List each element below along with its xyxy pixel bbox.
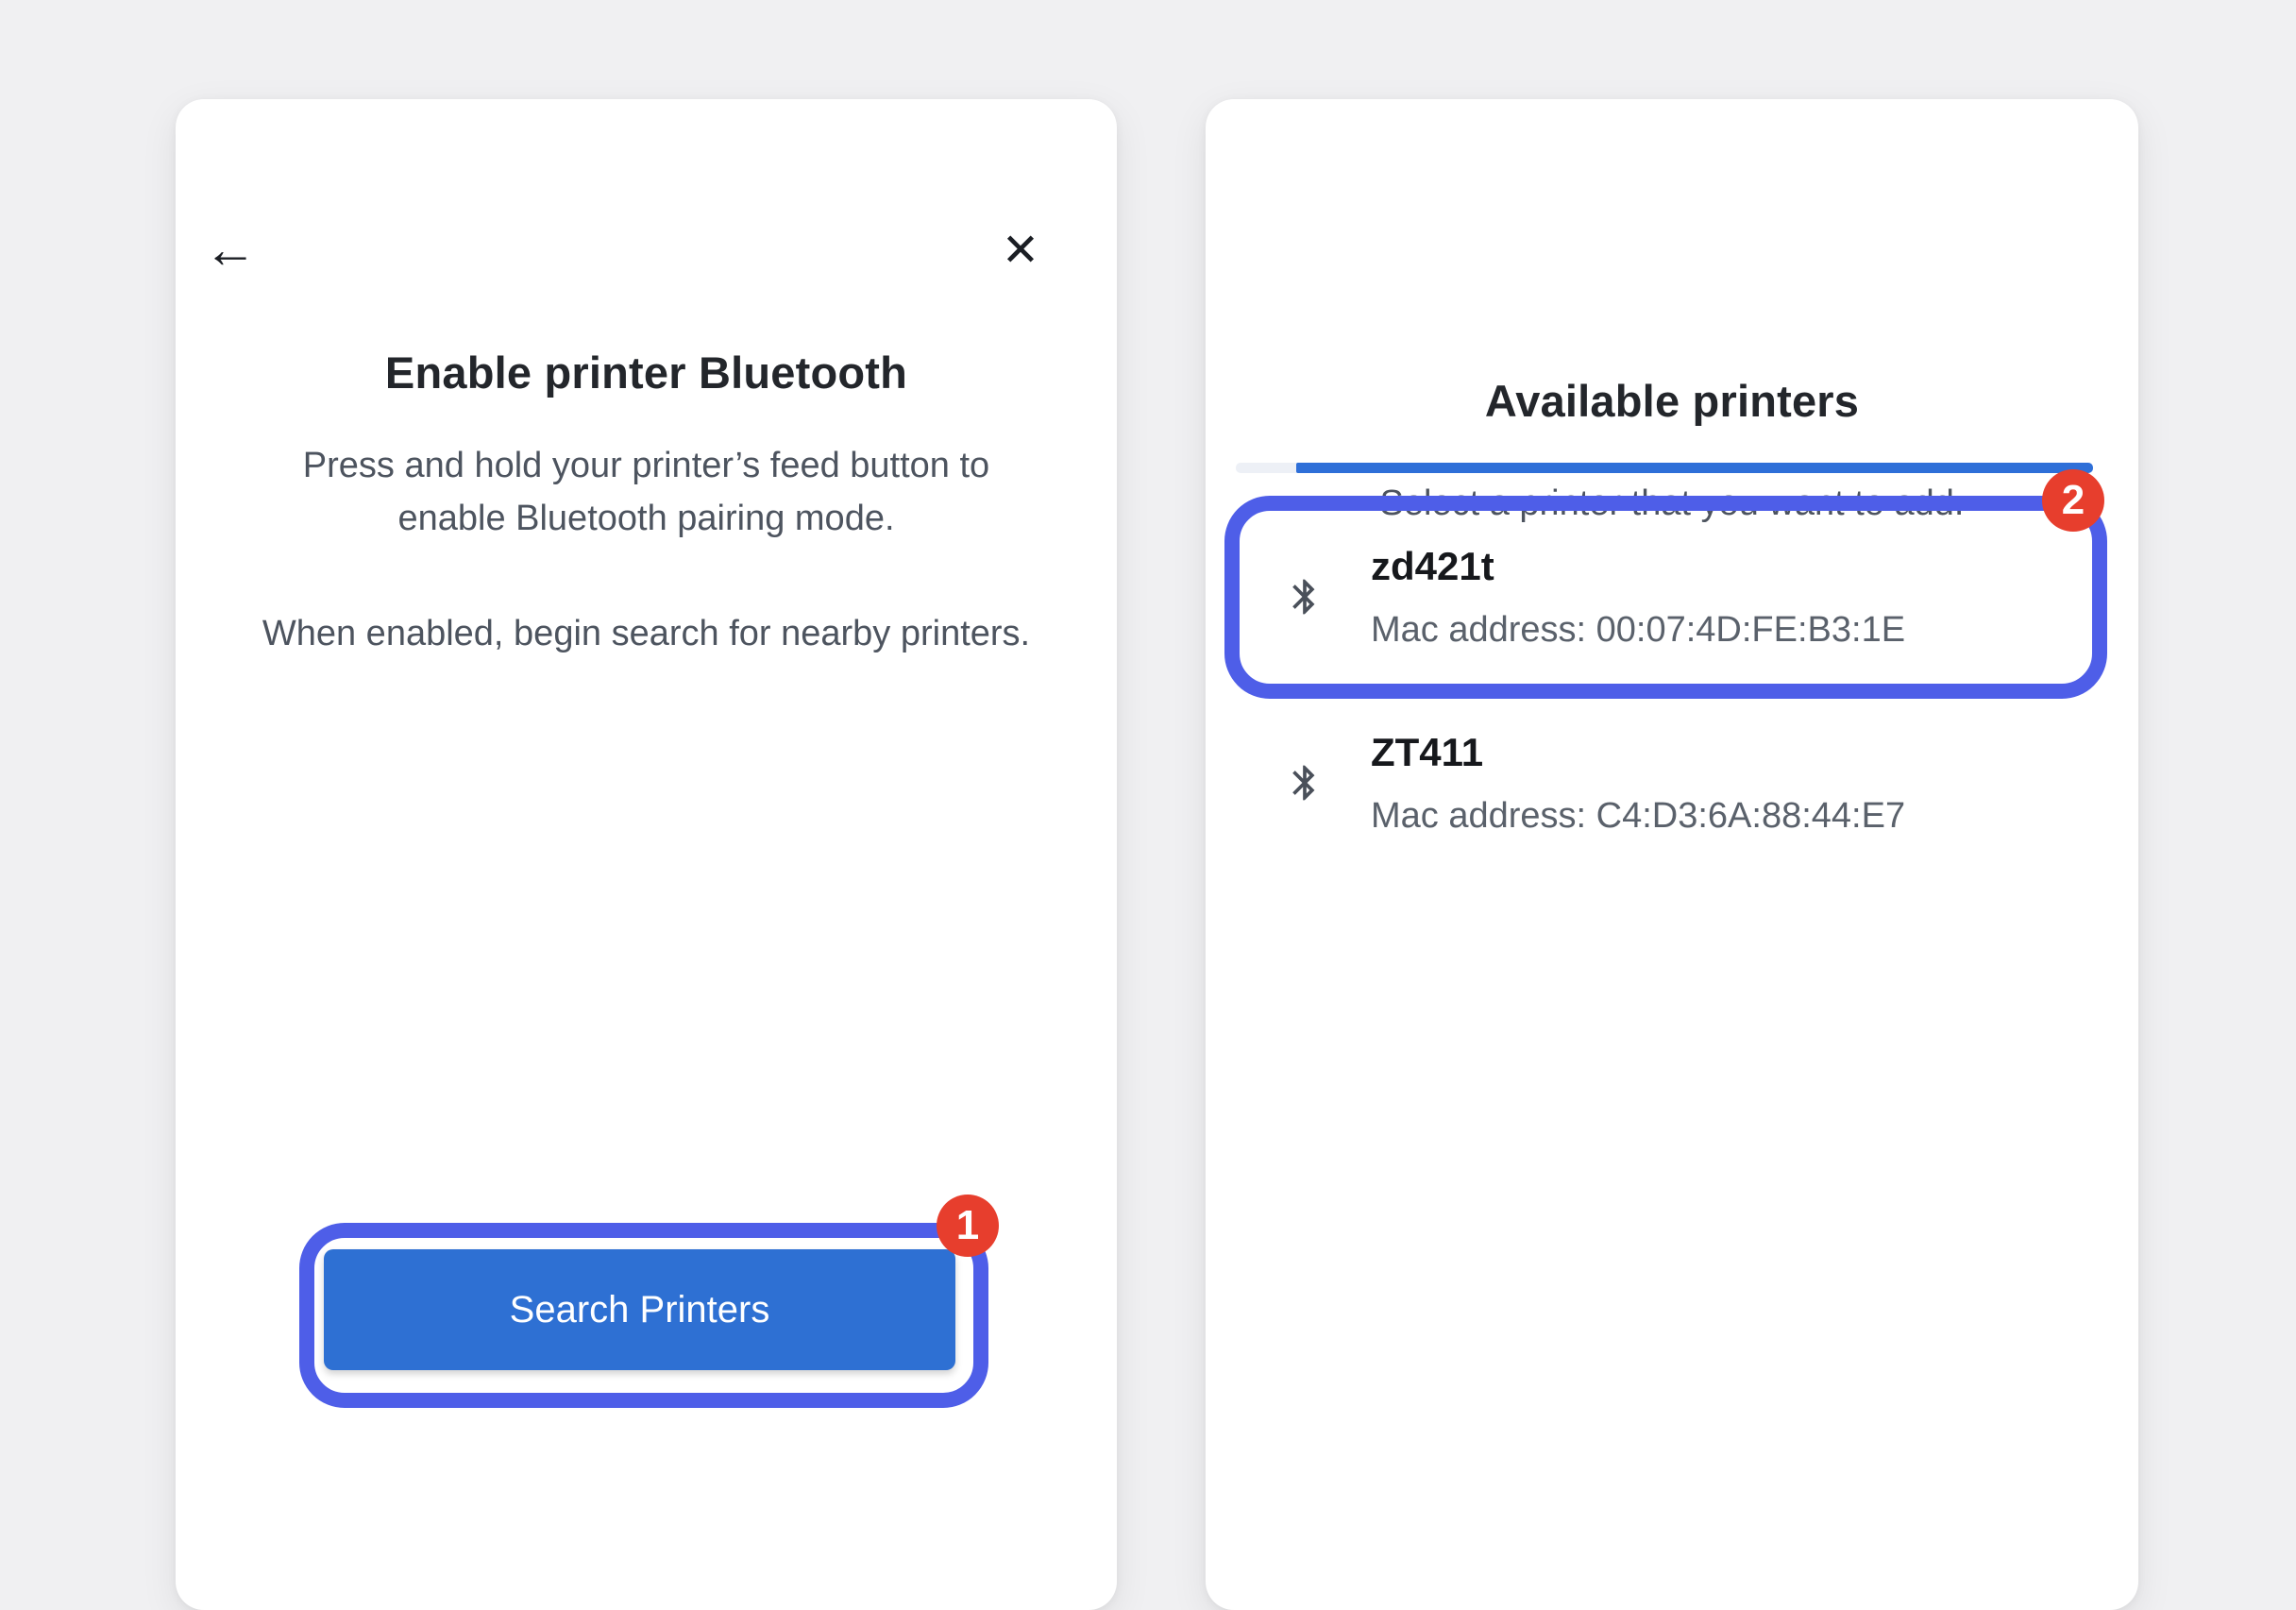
printer-list-item-zd421t[interactable]: zd421t Mac address: 00:07:4D:FE:B3:1E <box>1284 526 2077 668</box>
bluetooth-icon <box>1284 752 1325 814</box>
bluetooth-icon <box>1284 566 1325 628</box>
close-icon: ✕ <box>1002 224 1039 277</box>
scan-progress-bar <box>1236 463 2093 473</box>
back-arrow-icon: ← <box>204 218 257 280</box>
printer-name: zd421t <box>1371 544 1905 589</box>
printer-name: ZT411 <box>1371 730 1905 775</box>
printer-mac-address: Mac address: C4:D3:6A:88:44:E7 <box>1371 796 1905 837</box>
printer-list-item-zt411[interactable]: ZT411 Mac address: C4:D3:6A:88:44:E7 <box>1284 712 2077 854</box>
enable-bluetooth-panel: ← ✕ Enable printer Bluetooth Press and h… <box>176 99 1117 1610</box>
close-button[interactable]: ✕ <box>990 220 1051 280</box>
back-button[interactable]: ← <box>200 218 261 279</box>
instruction-text-1: Press and hold your printer’s feed butto… <box>223 439 1070 545</box>
available-printers-panel: Available printers Select a printer that… <box>1206 99 2138 1610</box>
search-printers-label: Search Printers <box>510 1289 770 1331</box>
page-title: Enable printer Bluetooth <box>176 347 1117 398</box>
printer-mac-address: Mac address: 00:07:4D:FE:B3:1E <box>1371 610 1905 651</box>
scan-progress-fill <box>1296 463 2093 473</box>
step-badge-2: 2 <box>2042 469 2104 532</box>
instruction-text-2: When enabled, begin search for nearby pr… <box>223 607 1070 660</box>
step-badge-1: 1 <box>937 1195 999 1257</box>
page-title: Available printers <box>1206 375 2138 427</box>
search-printers-button[interactable]: Search Printers <box>324 1249 955 1370</box>
subtitle-text: Select a printer that you want to add. <box>1253 477 2091 530</box>
